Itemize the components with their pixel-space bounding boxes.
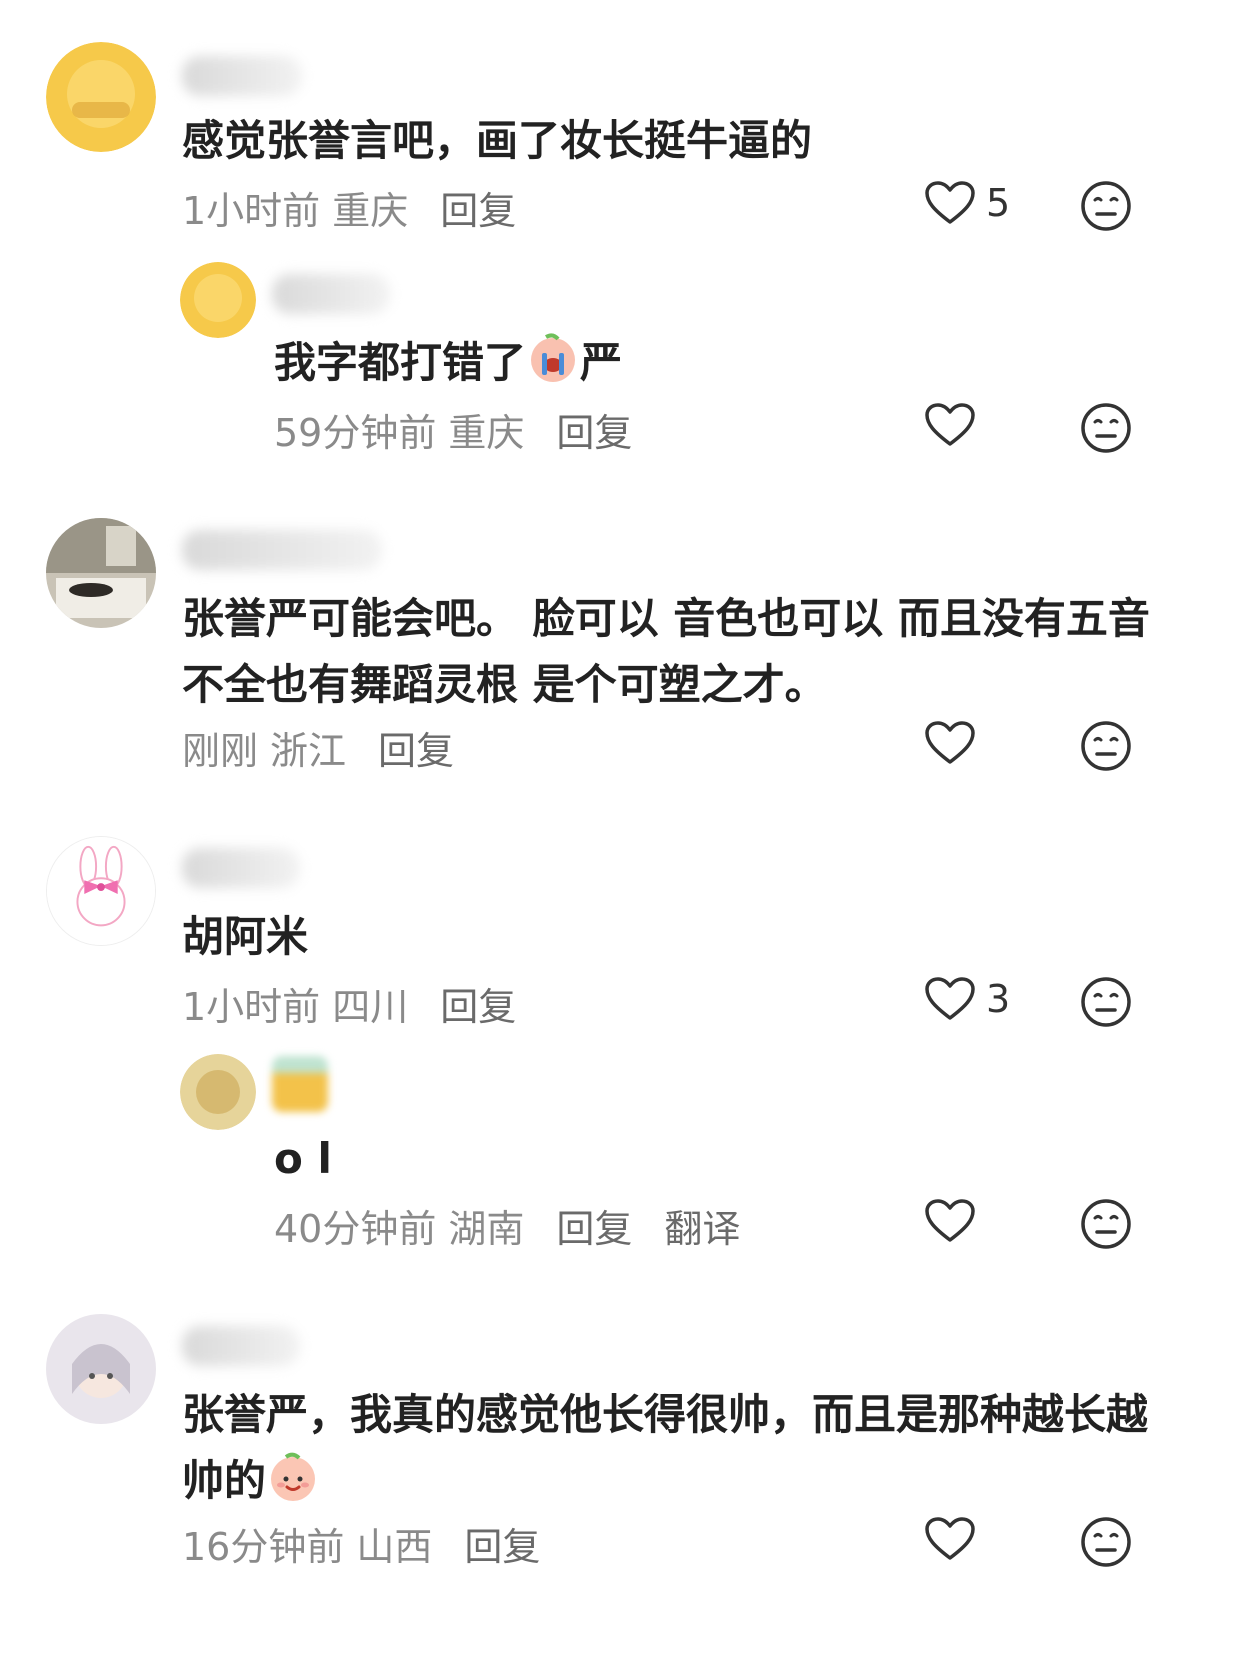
like-count: 3 <box>986 977 1011 1021</box>
reply-button[interactable]: 回复 <box>440 976 516 1031</box>
reply-button[interactable]: 回复 <box>378 720 454 775</box>
neutral-face-icon[interactable] <box>1080 180 1132 232</box>
neutral-face-icon[interactable] <box>1080 1198 1132 1250</box>
comment-location: 重庆 <box>332 189 409 233</box>
comment-time: 59分钟前 <box>274 411 437 455</box>
reply-button[interactable]: 回复 <box>464 1516 540 1571</box>
avatar[interactable] <box>46 518 156 628</box>
translate-button[interactable]: 翻译 <box>664 1198 740 1253</box>
comment-text: 我字都打错了 严 <box>274 330 622 396</box>
comment-time: 刚刚 <box>182 729 259 773</box>
username-blurred[interactable] <box>182 56 302 96</box>
comment-text-line: 张誉严可能会吧。 脸可以 音色也可以 而且没有五音 <box>182 594 1150 643</box>
neutral-face-icon[interactable] <box>1080 402 1132 454</box>
comment-text: 张誉严，我真的感觉他长得很帅，而且是那种越长越 帅的 <box>182 1382 1148 1514</box>
comment-location: 四川 <box>332 985 409 1029</box>
comment-meta: 1小时前 重庆 回复 <box>182 180 516 235</box>
like-button[interactable] <box>924 1198 986 1244</box>
heart-outline-icon <box>925 721 975 764</box>
like-button[interactable] <box>924 1516 986 1562</box>
comment-time: 1小时前 <box>182 189 321 233</box>
username-blurred[interactable] <box>182 1326 300 1366</box>
smiling-face-emoji <box>271 1452 316 1501</box>
comment-text: 张誉严可能会吧。 脸可以 音色也可以 而且没有五音 不全也有舞蹈灵根 是个可塑之… <box>182 586 1150 718</box>
like-button[interactable] <box>924 402 986 448</box>
comment-meta: 刚刚 浙江 回复 <box>182 720 454 775</box>
comment-location: 山西 <box>356 1525 433 1569</box>
comment-text: 感觉张誉言吧，画了妆长挺牛逼的 <box>182 116 813 165</box>
comment-meta: 40分钟前 湖南 回复 翻译 <box>274 1198 740 1253</box>
heart-outline-icon <box>925 1517 975 1560</box>
like-count: 5 <box>986 181 1011 225</box>
reply-button[interactable]: 回复 <box>556 402 632 457</box>
comment-meta: 16分钟前 山西 回复 <box>182 1516 540 1571</box>
comment-text: 胡阿米 <box>182 912 309 961</box>
like-button[interactable] <box>924 720 986 766</box>
heart-outline-icon <box>925 1199 975 1242</box>
comment-text: o l <box>274 1134 332 1183</box>
comment-text-line: 不全也有舞蹈灵根 是个可塑之才。 <box>182 660 827 709</box>
comment-time: 1小时前 <box>182 985 321 1029</box>
avatar[interactable] <box>180 1054 256 1130</box>
like-button[interactable]: 3 <box>924 976 1010 1022</box>
comment-location: 浙江 <box>270 729 347 773</box>
heart-outline-icon <box>925 977 975 1020</box>
username-blurred[interactable] <box>272 1056 328 1112</box>
avatar[interactable] <box>180 262 256 338</box>
reply-button[interactable]: 回复 <box>556 1198 632 1253</box>
neutral-face-icon[interactable] <box>1080 720 1132 772</box>
comment-location: 湖南 <box>448 1207 525 1251</box>
comment-meta: 1小时前 四川 回复 <box>182 976 516 1031</box>
avatar[interactable] <box>46 836 156 946</box>
like-button[interactable]: 5 <box>924 180 1010 226</box>
username-blurred[interactable] <box>182 848 300 888</box>
reply-button[interactable]: 回复 <box>440 180 516 235</box>
avatar[interactable] <box>46 1314 156 1424</box>
username-blurred[interactable] <box>272 274 390 314</box>
crying-face-emoji <box>531 333 576 382</box>
comment-meta: 59分钟前 重庆 回复 <box>274 402 632 457</box>
avatar[interactable] <box>46 42 156 152</box>
comment-text-line: 张誉严，我真的感觉他长得很帅，而且是那种越长越 <box>182 1390 1149 1439</box>
username-blurred[interactable] <box>182 530 382 570</box>
comment-time: 40分钟前 <box>274 1207 437 1251</box>
neutral-face-icon[interactable] <box>1080 976 1132 1028</box>
comment-time: 16分钟前 <box>182 1525 345 1569</box>
heart-outline-icon <box>925 181 975 224</box>
neutral-face-icon[interactable] <box>1080 1516 1132 1568</box>
heart-outline-icon <box>925 403 975 446</box>
comment-location: 重庆 <box>448 411 525 455</box>
comment-text-line: 帅的 <box>182 1448 1148 1514</box>
